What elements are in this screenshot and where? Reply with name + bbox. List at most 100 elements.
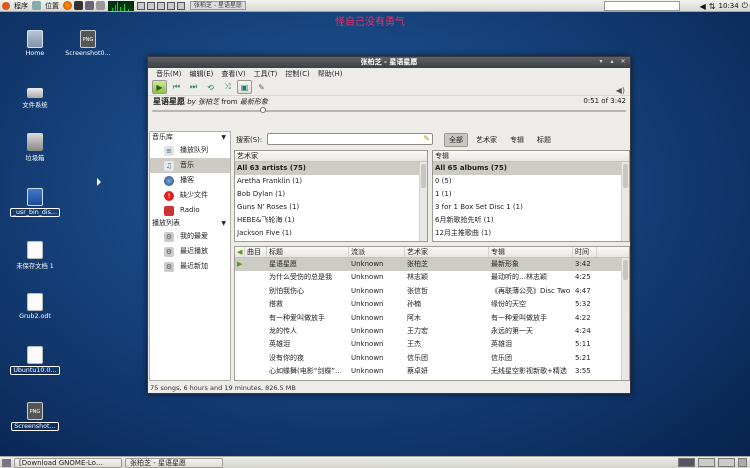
clear-search-icon[interactable]: ✎ [423,134,430,143]
system-monitor-graph[interactable] [108,0,134,11]
volume-button-icon[interactable]: ◀) [616,86,625,95]
sidebar-item-favorites[interactable]: ⚙ 我的最爱 [150,229,230,244]
menu-edit[interactable]: 编辑(E) [186,69,218,79]
lyrics-button[interactable]: ✎ [254,80,269,94]
column-header-track[interactable]: 曲目 [245,247,267,257]
table-row[interactable]: 龙的传人 Unknown 王力宏 永远的第一天 4:24 [235,325,629,338]
firefox-icon[interactable] [63,1,72,10]
panel-applet-icon[interactable] [177,1,185,10]
panel-applet-icon[interactable] [167,1,175,10]
album-row[interactable]: 12月主推歌曲 (1) [433,227,629,240]
artist-row[interactable]: Bob Dylan (1) [235,188,427,201]
desktop-icon-grub2[interactable]: Grub2.odt [5,293,65,322]
artist-column-header[interactable]: 艺术家 [235,151,427,162]
track-scrollbar[interactable] [621,258,629,380]
sidebar-item-missing-files[interactable]: ! 缺少文件 [150,188,230,203]
album-row[interactable]: 3 for 1 Box Set Disc 1 (1) [433,201,629,214]
maximize-icon[interactable]: ▴ [608,58,616,66]
network-icon[interactable]: ⇅ [709,2,716,11]
workspace-2[interactable] [698,458,715,467]
filter-artist-button[interactable]: 艺术家 [471,133,502,147]
clock[interactable]: 10:34 [718,2,738,10]
workspace-3[interactable] [718,458,735,467]
terminal-icon[interactable] [74,1,83,10]
power-icon[interactable]: ⏻ [742,1,748,11]
sidebar-item-music[interactable]: ♫ 音乐 [150,158,230,173]
scrollbar-thumb[interactable] [623,260,628,280]
desktop-icon-unsaved-doc[interactable]: 未保存文档 1 [5,241,65,272]
column-header-album[interactable]: 专辑 [489,247,573,257]
desktop-icon-home[interactable]: Home [5,30,65,59]
table-row[interactable]: 别怕我伤心 Unknown 张信哲 《再联薄公亮》Disc Two 4:47 [235,285,629,298]
column-header-artist[interactable]: 艺术家 [405,247,489,257]
collapse-arrow-icon[interactable]: ▼ [221,132,226,143]
album-scrollbar[interactable] [621,162,629,241]
repeat-button[interactable]: ⟲ [203,80,218,94]
table-row[interactable]: 搭救 Unknown 孙楠 缘份的天空 5:32 [235,298,629,311]
menu-tools[interactable]: 工具(T) [250,69,282,79]
distro-logo-icon[interactable] [2,1,10,10]
close-icon[interactable]: ✕ [619,58,627,66]
album-row[interactable]: 1 (1) [433,188,629,201]
minimize-icon[interactable]: ▾ [597,58,605,66]
menu-help[interactable]: 帮助(H) [314,69,347,79]
table-row[interactable]: ▶ 星语星愿 Unknown 张柏芝 最新形象 3:42 [235,258,629,272]
seek-handle[interactable] [260,107,266,113]
sidebar-item-radio[interactable]: Radio [150,203,230,218]
scrollbar-thumb[interactable] [623,164,628,188]
menu-music[interactable]: 音乐(M) [152,69,186,79]
taskbar-item-music-player[interactable]: 张柏芝 - 星语星愿 [125,457,223,468]
show-desktop-icon[interactable] [2,458,11,467]
album-browser[interactable]: 专辑 All 65 albums (75) 0 (5) 1 (1) 3 for … [432,150,630,242]
album-column-header[interactable]: 专辑 [433,151,629,162]
table-row[interactable]: 第一分钟Unknown徐誉滕我们的歌3:56 [235,379,629,380]
artist-row[interactable]: Guns N' Roses (1) [235,201,427,214]
desktop-icon-screenshot-2[interactable]: PNG Screenshot… [5,402,65,433]
column-header-time[interactable]: 时间 [573,247,597,257]
shuffle-button[interactable]: ⤨ [220,80,235,94]
desktop-icon-screenshot[interactable]: PNG Screenshot0… [58,30,118,59]
filter-all-button[interactable]: 全部 [444,133,468,147]
playing-column-header[interactable]: ◀ [235,247,245,257]
desktop-icon-launcher[interactable]: _usr_bin_dis… [5,188,65,219]
next-button[interactable]: ⏭ [186,80,201,94]
menu-control[interactable]: 控制(C) [281,69,313,79]
artist-row[interactable]: Jackson Five (1) [235,227,427,240]
places-menu[interactable]: 位置 [42,1,62,11]
filter-album-button[interactable]: 专辑 [505,133,529,147]
panel-applet-icon[interactable] [157,1,165,10]
table-row[interactable]: 没有你的夜 Unknown 信乐团 信乐团 5:21 [235,352,629,365]
desktop-icon-filesystem[interactable]: 文件系统 [5,82,65,111]
table-row[interactable]: 英雄泪 Unknown 王杰 英雄泪 5:11 [235,338,629,351]
desktop-icon-ubuntu-doc[interactable]: Ubuntu10.0… [5,346,65,377]
track-list[interactable]: ◀ 曲目 标题 流派 艺术家 专辑 时间 ▶ 星语星愿 Unknown 张柏芝 最新形象… [234,246,630,381]
column-header-genre[interactable]: 流派 [349,247,405,257]
seek-slider[interactable] [152,107,626,115]
panel-search-input[interactable] [604,1,680,11]
screenshot-icon[interactable] [85,1,94,10]
album-row[interactable]: 6月新歌抢先听 (1) [433,214,629,227]
album-row[interactable]: All 65 albums (75) [433,162,629,175]
taskbar-item-download[interactable]: [Download GNOME-Lo… [14,457,122,468]
search-input[interactable]: ✎ [267,133,433,145]
play-button[interactable]: ▶ [152,80,167,94]
active-window-title[interactable]: 张柏芝 - 星语星愿 [190,1,246,10]
sidebar-item-recently-played[interactable]: ⚙ 最近播放 [150,244,230,259]
panel-applet-icon[interactable] [147,1,155,10]
scrollbar-thumb[interactable] [421,164,426,188]
table-row[interactable]: 有一种爱叫做放手 Unknown 阿木 有一种爱叫做放手 4:22 [235,312,629,325]
collapse-arrow-icon[interactable]: ▼ [221,218,226,229]
artist-row[interactable]: Aretha Franklin (1) [235,175,427,188]
filter-title-button[interactable]: 标题 [532,133,556,147]
artist-row[interactable]: All 63 artists (75) [235,162,427,175]
album-row[interactable]: 0 (5) [433,175,629,188]
table-row[interactable]: 为什么受伤的总是我 Unknown 林志颖 最动听的…林志颖 4:25 [235,271,629,284]
sidebar-item-queue[interactable]: ≡ 播放队列 [150,143,230,158]
column-header-title[interactable]: 标题 [267,247,349,257]
applications-menu[interactable]: 程序 [11,1,31,11]
desktop-icon-trash[interactable]: 垃圾箱 [5,133,65,164]
artist-scrollbar[interactable] [419,162,427,241]
artist-row[interactable]: HEBE&飞轮海 (1) [235,214,427,227]
sidebar-item-recently-added[interactable]: ⚙ 最近新加 [150,259,230,274]
panel-applet-icon[interactable] [137,1,145,10]
